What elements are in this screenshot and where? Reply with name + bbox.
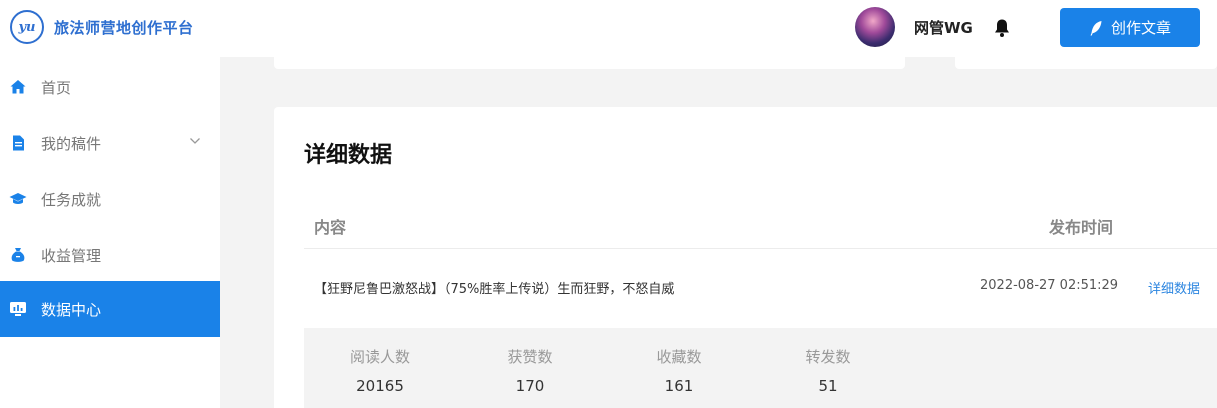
sidebar-item-my-drafts[interactable]: 我的稿件 (0, 115, 220, 171)
app-title: 旅法师营地创作平台 (54, 18, 194, 37)
username[interactable]: 网管WG (914, 17, 973, 38)
logo-mark-icon: yu (10, 10, 44, 44)
stat-likes: 获赞数 170 (480, 346, 580, 395)
graduation-cap-icon (9, 193, 27, 204)
side-card (955, 57, 1217, 69)
logo-mark-text: yu (18, 19, 36, 35)
stat-value: 51 (818, 377, 838, 395)
money-bag-icon (11, 248, 25, 262)
sidebar-item-label: 首页 (41, 79, 72, 97)
publish-time: 2022-08-27 02:51:29 (980, 278, 1119, 293)
bell-icon[interactable] (993, 18, 1011, 38)
stat-favorites: 收藏数 161 (629, 346, 729, 395)
stat-value: 20165 (356, 377, 404, 395)
sidebar-item-data-center[interactable]: 数据中心 (0, 281, 220, 337)
stat-value: 161 (664, 377, 694, 395)
sidebar-item-achievements[interactable]: 任务成就 (0, 171, 220, 227)
stat-label: 转发数 (805, 348, 851, 366)
chevron-down-icon[interactable] (189, 137, 201, 145)
sidebar-item-label: 我的稿件 (41, 135, 102, 153)
sidebar-item-label: 收益管理 (41, 247, 102, 265)
page-title: 详细数据 (304, 143, 393, 168)
sidebar: 首页 我的稿件 任务成就 收益管理 数据中心 (0, 57, 220, 408)
sidebar-item-home[interactable]: 首页 (0, 59, 220, 115)
detail-data-card: 详细数据 内容 发布时间 【狂野尼鲁巴激怒战】（75%胜率上传说）生而狂野，不怒… (274, 107, 1217, 408)
avatar[interactable] (855, 7, 895, 47)
column-header-content: 内容 (314, 218, 347, 237)
table-row: 【狂野尼鲁巴激怒战】（75%胜率上传说）生而狂野，不怒自威 2022-08-27… (304, 270, 1217, 306)
sidebar-item-label: 任务成就 (41, 191, 102, 209)
logo[interactable]: yu 旅法师营地创作平台 (10, 10, 194, 44)
stat-reads: 阅读人数 20165 (330, 346, 430, 395)
document-icon (13, 135, 24, 151)
stats-panel: 阅读人数 20165 获赞数 170 收藏数 161 转发数 51 (304, 328, 1217, 408)
stat-label: 阅读人数 (349, 348, 410, 366)
sidebar-item-earnings[interactable]: 收益管理 (0, 227, 220, 283)
column-header-publish-time: 发布时间 (1049, 218, 1114, 237)
stat-shares: 转发数 51 (778, 346, 878, 395)
feather-pen-icon (1090, 20, 1102, 35)
stat-label: 获赞数 (507, 348, 553, 366)
create-article-label: 创作文章 (1110, 20, 1171, 37)
article-title[interactable]: 【狂野尼鲁巴激怒战】（75%胜率上传说）生而狂野，不怒自威 (314, 278, 674, 297)
stat-label: 收藏数 (656, 348, 702, 366)
overview-card (274, 57, 905, 69)
data-screen-icon (10, 302, 26, 316)
table-header: 内容 发布时间 (304, 203, 1217, 249)
stat-value: 170 (515, 377, 545, 395)
top-header: yu 旅法师营地创作平台 网管WG 创作文章 (0, 0, 1217, 57)
sidebar-item-label: 数据中心 (41, 301, 102, 319)
home-icon (10, 80, 26, 94)
detail-data-link[interactable]: 详细数据 (1148, 278, 1200, 297)
create-article-button[interactable]: 创作文章 (1060, 8, 1200, 47)
